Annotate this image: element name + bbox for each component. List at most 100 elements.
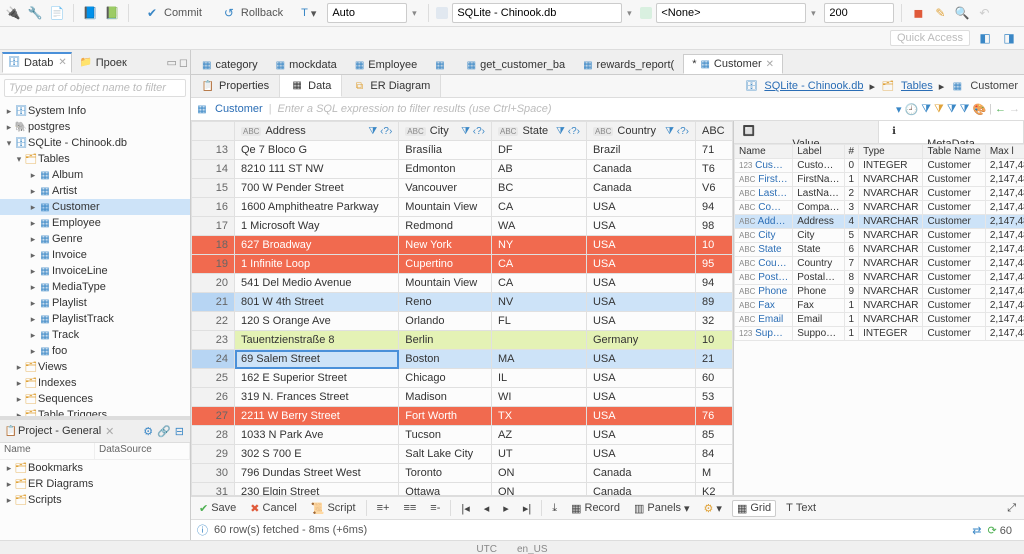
search-icon[interactable]: 🔍 bbox=[953, 4, 971, 22]
nav-first-icon[interactable]: |◂ bbox=[457, 501, 473, 516]
nav-last-icon[interactable]: ▸| bbox=[519, 501, 535, 516]
meta-row[interactable]: 123 Sup…Suppo…1INTEGERCustomer2,147,483 bbox=[735, 327, 1024, 341]
database-selector[interactable]: ▾ bbox=[436, 3, 636, 23]
refresh-rows-icon[interactable]: ⟳ 60 bbox=[981, 524, 1018, 537]
tree-table-artist[interactable]: ▸▦Artist bbox=[0, 183, 190, 199]
new-sql-icon[interactable]: 📄 bbox=[48, 4, 66, 22]
editor-tab-2[interactable]: ▦Employee bbox=[346, 55, 426, 74]
editor-tab-4[interactable]: ▦get_customer_ba bbox=[458, 55, 574, 74]
table-row[interactable]: 272211 W Berry StreetFort WorthTXUSA76 bbox=[192, 407, 733, 426]
tree-table-employee[interactable]: ▸▦Employee bbox=[0, 215, 190, 231]
open-sql-editor-icon[interactable]: 📘 bbox=[81, 4, 99, 22]
perspective-icon-1[interactable]: ◧ bbox=[976, 29, 994, 47]
table-row[interactable]: 20541 Del Medio AvenueMountain ViewCAUSA… bbox=[192, 274, 733, 293]
filter-custom-icon[interactable]: ⧩ bbox=[934, 103, 944, 116]
meta-row[interactable]: 123 Cus…Custo…0INTEGERCustomer2,147,483 bbox=[735, 159, 1024, 173]
minimize-icon[interactable]: ▭ bbox=[166, 56, 176, 69]
table-row[interactable]: 30796 Dundas Street WestTorontoONCanadaM bbox=[192, 464, 733, 483]
script-button[interactable]: 📜Script bbox=[307, 501, 360, 516]
open-script-icon[interactable]: 📗 bbox=[103, 4, 121, 22]
edit-row-icon[interactable]: ≡+ bbox=[373, 501, 394, 515]
meta-row[interactable]: ABC Co…Compa…3NVARCHARCustomer2,147,483 bbox=[735, 201, 1024, 215]
meta-row[interactable]: ABC Cou…Country7NVARCHARCustomer2,147,48… bbox=[735, 257, 1024, 271]
projects-tab[interactable]: 📁Проек bbox=[74, 52, 132, 73]
apply-filter-icon[interactable]: ▾ bbox=[896, 103, 902, 116]
new-connection-icon[interactable]: 🔌 bbox=[4, 4, 22, 22]
grid-mode-button[interactable]: ▦Grid bbox=[732, 500, 776, 517]
duplicate-row-icon[interactable]: ≡≡ bbox=[399, 501, 420, 515]
tree-table-playlist[interactable]: ▸▦Playlist bbox=[0, 295, 190, 311]
project-item-bookmarks[interactable]: ▸🗂Bookmarks bbox=[0, 460, 190, 476]
sub-tab-data[interactable]: ▦Data bbox=[280, 75, 342, 97]
gear-icon[interactable]: ⚙ bbox=[141, 425, 155, 438]
meta-row[interactable]: ABC PhonePhone9NVARCHARCustomer2,147,483 bbox=[735, 285, 1024, 299]
close-icon[interactable]: ✕ bbox=[105, 425, 114, 438]
editor-tab-3[interactable]: ▦ bbox=[426, 56, 457, 74]
export-icon[interactable]: ⤓ bbox=[548, 501, 561, 516]
table-name-label[interactable]: Customer bbox=[215, 103, 263, 115]
tree-table-mediatype[interactable]: ▸▦MediaType bbox=[0, 279, 190, 295]
maximize-results-icon[interactable]: ⤢ bbox=[1003, 501, 1020, 516]
breadcrumb-tables[interactable]: Tables bbox=[901, 80, 933, 92]
settings-icon[interactable]: ⚙▾ bbox=[700, 501, 726, 516]
link-icon[interactable]: 🔗 bbox=[155, 425, 173, 438]
database-tree[interactable]: ▸🗄System Info ▸🐘postgres ▾🗄SQLite - Chin… bbox=[0, 101, 190, 416]
column-header-state[interactable]: ABCState⧩ ‹?› bbox=[491, 122, 586, 141]
history-icon[interactable]: 🕘 bbox=[904, 103, 918, 116]
close-icon[interactable]: ✕ bbox=[58, 57, 66, 68]
editor-tab-1[interactable]: ▦mockdata bbox=[267, 55, 346, 74]
meta-row[interactable]: ABC EmailEmail1NVARCHARCustomer2,147,483 bbox=[735, 313, 1024, 327]
table-row[interactable]: 13Qe 7 Bloco GBrasíliaDFBrazil71 bbox=[192, 141, 733, 160]
tree-table-genre[interactable]: ▸▦Genre bbox=[0, 231, 190, 247]
quick-access-input[interactable]: Quick Access bbox=[890, 30, 970, 46]
revert-icon[interactable]: ↶ bbox=[975, 4, 993, 22]
table-row[interactable]: 21801 W 4th StreetRenoNVUSA89 bbox=[192, 293, 733, 312]
project-item-er-diagrams[interactable]: ▸🗂ER Diagrams bbox=[0, 476, 190, 492]
meta-row[interactable]: ABC StateState6NVARCHARCustomer2,147,483 bbox=[735, 243, 1024, 257]
meta-row[interactable]: ABC Post…Postal…8NVARCHARCustomer2,147,4… bbox=[735, 271, 1024, 285]
transaction-mode-button[interactable]: T▾ bbox=[294, 4, 323, 23]
meta-row[interactable]: ABC Last…LastNa…2NVARCHARCustomer2,147,4… bbox=[735, 187, 1024, 201]
project-item-scripts[interactable]: ▸🗂Scripts bbox=[0, 492, 190, 508]
nav-fwd-icon[interactable]: → bbox=[1009, 103, 1020, 116]
table-row[interactable]: 148210 111 ST NWEdmontonABCanadaT6 bbox=[192, 160, 733, 179]
side-tab-metadata[interactable]: ℹ MetaData bbox=[879, 121, 1024, 143]
table-row[interactable]: 2469 Salem StreetBostonMAUSA21 bbox=[192, 350, 733, 369]
tree-table-invoice[interactable]: ▸▦Invoice bbox=[0, 247, 190, 263]
table-row[interactable]: 22120 S Orange AveOrlandoFLUSA32 bbox=[192, 312, 733, 331]
maximize-icon[interactable]: ◻ bbox=[179, 56, 188, 69]
row-limit-input[interactable] bbox=[824, 3, 894, 23]
new-folder-icon[interactable]: 🔧 bbox=[26, 4, 44, 22]
schema-selector[interactable]: ▾ bbox=[640, 3, 820, 23]
stop-icon[interactable]: ◼ bbox=[909, 4, 927, 22]
table-row[interactable]: 18627 BroadwayNew YorkNYUSA10 bbox=[192, 236, 733, 255]
meta-row[interactable]: ABC Add…Address4NVARCHARCustomer2,147,48… bbox=[735, 215, 1024, 229]
tx-mode-dropdown[interactable]: ▾ bbox=[327, 3, 421, 23]
nav-prev-icon[interactable]: ◂ bbox=[480, 501, 494, 516]
tree-table-album[interactable]: ▸▦Album bbox=[0, 167, 190, 183]
column-header-city[interactable]: ABCCity⧩ ‹?› bbox=[399, 122, 492, 141]
data-grid[interactable]: ABCAddress⧩ ‹?›ABCCity⧩ ‹?›ABCState⧩ ‹?›… bbox=[191, 121, 733, 495]
refresh-icon[interactable]: ✎ bbox=[931, 4, 949, 22]
nav-next-icon[interactable]: ▸ bbox=[499, 501, 513, 516]
nav-back-icon[interactable]: ← bbox=[995, 103, 1006, 116]
filter-refresh-icon[interactable]: ⧩ bbox=[960, 103, 970, 116]
table-row[interactable]: 171 Microsoft WayRedmondWAUSA98 bbox=[192, 217, 733, 236]
save-button[interactable]: ✔Save bbox=[195, 501, 240, 516]
sub-tab-properties[interactable]: 📋Properties bbox=[191, 75, 280, 97]
tree-table-customer[interactable]: ▸▦Customer bbox=[0, 199, 190, 215]
perspective-icon-2[interactable]: ◨ bbox=[1000, 29, 1018, 47]
filter-funnel-icon[interactable]: ⧩ bbox=[921, 103, 931, 116]
tree-table-track[interactable]: ▸▦Track bbox=[0, 327, 190, 343]
close-icon[interactable]: ✕ bbox=[766, 59, 774, 70]
cancel-button[interactable]: ✖Cancel bbox=[246, 501, 300, 516]
tree-table-foo[interactable]: ▸▦foo bbox=[0, 343, 190, 359]
sql-filter-input[interactable]: Enter a SQL expression to filter results… bbox=[278, 103, 552, 115]
table-row[interactable]: 281033 N Park AveTucsonAZUSA85 bbox=[192, 426, 733, 445]
navigator-filter-input[interactable]: Type part of object name to filter bbox=[4, 79, 186, 97]
delete-row-icon[interactable]: ≡- bbox=[426, 501, 444, 515]
collapse-icon[interactable]: ⊟ bbox=[173, 425, 186, 438]
tree-table-invoiceline[interactable]: ▸▦InvoiceLine bbox=[0, 263, 190, 279]
table-row[interactable]: 15700 W Pender StreetVancouverBCCanadaV6 bbox=[192, 179, 733, 198]
record-button[interactable]: ▦Record bbox=[567, 501, 624, 516]
